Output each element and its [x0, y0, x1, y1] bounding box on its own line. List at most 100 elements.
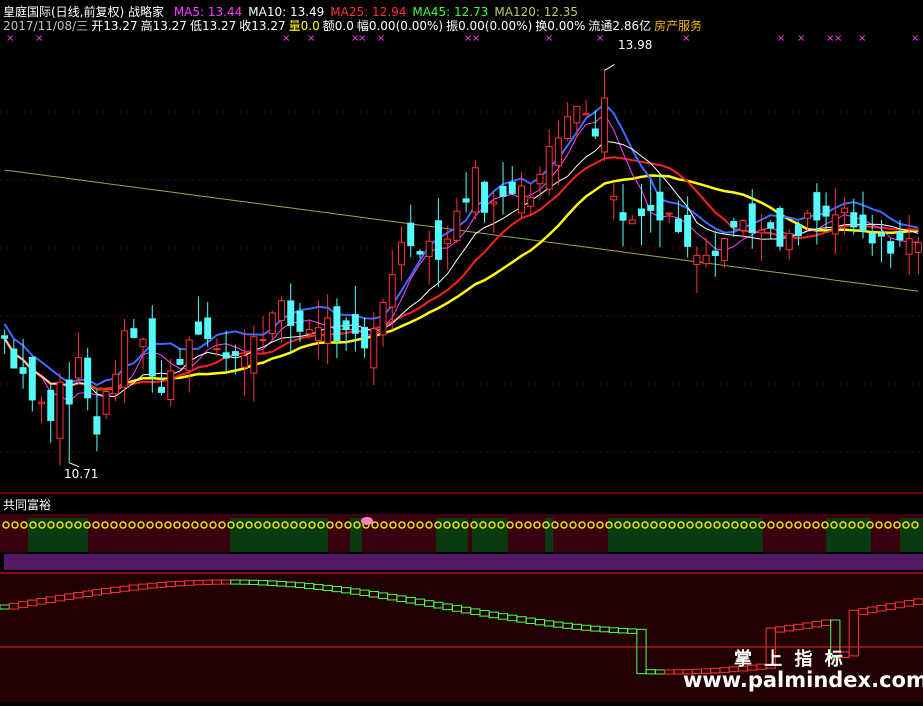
quote-field: 高13.27	[140, 19, 187, 33]
candle-body	[554, 137, 562, 166]
candle-body	[388, 274, 396, 308]
candle-body	[841, 207, 849, 214]
candle-body	[444, 238, 452, 245]
candle-body	[628, 219, 636, 225]
candle-body	[213, 348, 221, 351]
candle-body	[905, 238, 913, 255]
chart-stage: × × × × × × × × × × × × × × × × × × 皇庭国际(日线,前复权) 战略家 MA5:…	[0, 0, 923, 702]
candle-body	[222, 352, 230, 359]
candle-body	[693, 254, 701, 266]
candle-body	[139, 338, 147, 348]
candle-body	[324, 317, 332, 344]
signal-marker: ×	[282, 33, 290, 44]
candle-body	[398, 241, 406, 266]
signal-marker: ×	[545, 33, 553, 44]
candle-body	[93, 416, 101, 435]
candle-body	[794, 224, 802, 237]
signal-marker: ×	[797, 33, 805, 44]
candle-body	[776, 207, 784, 247]
candlestick-chart[interactable]: × × × × ×× × × × × × × × × × × × ×	[0, 0, 923, 702]
candle-body	[499, 186, 507, 197]
candle-body	[804, 212, 812, 219]
candle-body	[610, 195, 618, 201]
signal-marker: ×	[307, 33, 315, 44]
candle-body	[757, 229, 765, 234]
signal-dot	[361, 517, 373, 525]
signal-marker: ×	[6, 33, 14, 44]
candle-body	[462, 198, 470, 203]
signal-marker: ×	[358, 33, 366, 44]
quote-field: 开13.27	[91, 19, 138, 33]
candle-body	[38, 401, 46, 405]
candle-body	[481, 181, 489, 213]
candle-body	[231, 351, 239, 357]
candle-body	[287, 300, 295, 326]
candle-body	[111, 373, 119, 395]
quote-field: 额0.0	[322, 19, 354, 33]
candle-body	[767, 222, 775, 229]
candle-body	[868, 232, 876, 244]
candle-body	[158, 386, 166, 393]
state-band-green	[608, 518, 763, 552]
candle-body	[425, 240, 433, 258]
candle-body	[361, 326, 369, 349]
candle-body	[176, 358, 184, 365]
candle-body	[619, 212, 627, 221]
candle-body	[185, 339, 193, 372]
candle-body	[748, 203, 756, 234]
candle-body	[545, 146, 553, 190]
quote-field: 振0.00(0.00%)	[446, 19, 533, 33]
candle-body	[130, 328, 138, 338]
signal-marker: ×	[834, 33, 842, 44]
ma5-line	[4, 113, 919, 403]
candle-body	[490, 201, 498, 205]
candle-body	[601, 97, 609, 153]
candle-body	[564, 116, 572, 139]
signal-marker: ×	[777, 33, 785, 44]
candle-body	[711, 250, 719, 256]
candle-body	[370, 328, 378, 369]
candle-body	[84, 357, 92, 399]
candle-body	[674, 218, 682, 232]
candle-body	[1, 335, 9, 339]
signal-marker: ×	[35, 33, 43, 44]
candle-body	[702, 254, 710, 265]
candle-body	[10, 348, 18, 369]
candle-body	[721, 238, 729, 262]
candle-body	[167, 370, 175, 401]
candle-body	[637, 208, 645, 216]
quote-field: 低13.27	[189, 19, 237, 33]
candle-body	[314, 327, 322, 342]
purple-band	[4, 554, 923, 570]
candle-body	[102, 390, 110, 415]
candle-body	[785, 232, 793, 251]
candle-body	[656, 191, 664, 221]
candle-body	[471, 167, 479, 213]
signal-marker: ×	[377, 33, 385, 44]
candle-body	[536, 173, 544, 185]
candle-body	[416, 251, 424, 255]
candle-body	[268, 312, 276, 334]
candle-body	[813, 192, 821, 221]
quote-field: 流通2.86亿	[588, 19, 652, 33]
candle-body	[194, 321, 202, 335]
candle-body	[28, 356, 36, 401]
candle-body	[121, 330, 129, 388]
high-price-label: 13.98	[618, 38, 653, 52]
candle-body	[333, 306, 341, 342]
candle-body	[517, 185, 525, 214]
sub-panel-title: 共同富裕	[3, 498, 52, 512]
candle-body	[730, 220, 738, 228]
signal-marker: ×	[682, 33, 690, 44]
quote-field: 量0.0	[288, 19, 320, 33]
candle-body	[877, 233, 885, 237]
main-panel: × × × × ×× × × × × × × × × × × × ×	[1, 33, 922, 468]
signal-marker: ×	[858, 33, 866, 44]
candle-body	[527, 197, 535, 207]
candle-body	[241, 355, 249, 368]
candle-body	[56, 381, 64, 439]
candle-body	[278, 300, 286, 321]
signal-marker: ×	[472, 33, 480, 44]
candle-body	[342, 320, 350, 331]
quote-field: 幅0.00(0.00%)	[356, 19, 444, 33]
